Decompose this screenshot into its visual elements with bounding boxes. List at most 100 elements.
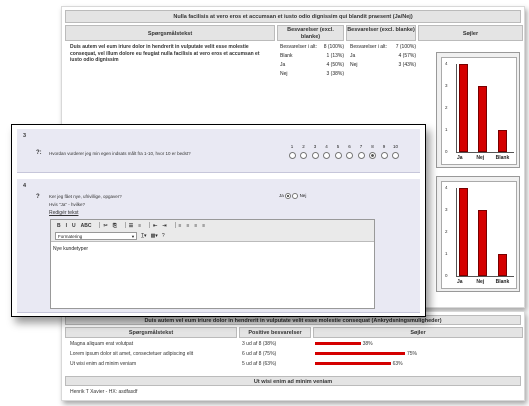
responses-list-2: Besvarelser i alt: 7 (100%) Ja 4 (57%) Nej 3 … (350, 44, 416, 71)
col-positive-header: Positive besvarelser (239, 327, 311, 338)
format-dropdown-label: Formatering (58, 234, 83, 239)
toolbar-separator (149, 222, 151, 228)
scale-radio[interactable] (334, 152, 342, 159)
help-icon[interactable]: ? (162, 233, 165, 239)
cut-icon[interactable]: ✂ (103, 223, 107, 229)
question-4-hint: Hvis "Ja" - hvilke? (49, 202, 85, 207)
bar-blank (497, 130, 507, 152)
align-right-icon[interactable]: ≡ (194, 223, 197, 229)
text-color-icon[interactable]: T̲▾ (141, 233, 147, 239)
bar-ja (459, 64, 468, 152)
y-tick-label: 1 (445, 127, 448, 132)
question-text: Duis autem vel eum iriure dolor in hendr… (70, 44, 260, 63)
outdent-icon[interactable]: ⇤ (153, 223, 157, 229)
y-tick-label: 0 (445, 149, 448, 154)
toolbar-separator (99, 222, 101, 228)
response-value: 8 (100%) (323, 44, 344, 50)
x-tick-label: Nej (476, 279, 485, 285)
col-responses-header-2: Besvarelser (excl. blanke) (346, 25, 416, 41)
ordered-list-icon[interactable]: ☰ (129, 223, 133, 229)
scale-radio[interactable] (346, 152, 353, 159)
align-left-icon[interactable]: ≡ (179, 223, 182, 229)
question-editor-window: 3 ?: Hvordan vurderer jeg min egen indsa… (11, 124, 426, 317)
scale-option-4: 4 (322, 144, 332, 159)
scale-label: 3 (313, 144, 317, 149)
response-row: Nej 3 (38%) (280, 71, 344, 77)
italic-icon[interactable]: I (66, 223, 67, 229)
percent-bar (315, 342, 361, 345)
row-question: Ut wisi enim ad minim veniam (70, 361, 137, 367)
format-dropdown[interactable]: Formatering ▼ (55, 232, 137, 240)
align-justify-icon[interactable]: ≡ (202, 223, 205, 229)
response-label: Blank (280, 53, 293, 59)
yes-no-options: Ja Nej (279, 193, 306, 199)
percent-label: 38% (362, 341, 373, 347)
row-count: 3 ud af 8 (38%) (242, 341, 277, 347)
row-question: Lorem ipsum dolor sit amet, consectetuer… (70, 351, 194, 357)
bold-icon[interactable]: B (57, 223, 61, 229)
scale-label: 4 (325, 144, 328, 149)
footer-title: Ut wisi enim ad minim veniam (65, 376, 521, 386)
scale-radio[interactable] (380, 152, 388, 159)
yes-radio[interactable] (285, 193, 292, 199)
y-tick-label: 1 (445, 251, 448, 256)
scale-option-3: 3 (310, 144, 320, 159)
scale-radio[interactable] (357, 152, 365, 159)
scale-radio[interactable] (300, 152, 307, 159)
x-tick-label: Ja (457, 279, 463, 285)
edit-text-link[interactable]: Redigér tekst (49, 210, 78, 216)
response-row: Besvarelser i alt: 8 (100%) (280, 44, 344, 50)
scale-option-10: 10 (391, 144, 401, 159)
scale-label: 8 (371, 144, 374, 149)
scale-radio[interactable] (311, 152, 319, 159)
y-tick-label: 4 (445, 61, 448, 66)
bar-chart-2: 0 1 2 3 4 Ja Nej Blank (436, 176, 520, 292)
scale-label: 10 (392, 144, 398, 149)
x-axis (456, 152, 514, 153)
toolbar-row-2: Formatering ▼ T̲▾ ▩▾ ? (55, 232, 165, 240)
y-tick-label: 2 (445, 105, 448, 110)
x-tick-label: Ja (457, 155, 463, 161)
no-label: Nej (299, 193, 307, 199)
response-row: Blank 1 (13%) (280, 53, 344, 59)
y-tick-label: 4 (445, 185, 448, 190)
percent-bar (315, 362, 391, 365)
col-chart-header: Søjler (418, 25, 523, 41)
underline-icon[interactable]: U (72, 223, 76, 229)
scale-radio[interactable] (323, 152, 330, 159)
y-tick-label: 0 (445, 273, 448, 278)
scale-radio[interactable] (288, 152, 296, 159)
response-value: 4 (57%) (398, 53, 416, 59)
response-row: Ja 4 (50%) (280, 62, 344, 68)
bullet-list-icon[interactable]: ≡ (138, 223, 141, 229)
bar-nej (478, 210, 488, 276)
scale-label: 6 (348, 144, 351, 149)
y-tick-label: 2 (445, 229, 448, 234)
row-count: 6 ud af 8 (75%) (242, 351, 277, 357)
response-value: 1 (13%) (326, 53, 344, 59)
indent-icon[interactable]: ⇥ (162, 223, 166, 229)
response-label: Besvarelser i alt: (280, 44, 317, 50)
chart-plot-2: 0 1 2 3 4 Ja Nej Blank (441, 181, 517, 289)
no-radio[interactable] (292, 193, 299, 199)
copy-icon[interactable]: ⎘ (113, 223, 117, 229)
survey-title: Nulla facilisis at vero eros et accumsan… (65, 10, 521, 23)
response-label: Ja (280, 62, 286, 68)
question-4-marker: ? (36, 194, 40, 200)
question-4-row: 4 ? Ker jeg fået nye, ufrivillige, opgav… (17, 179, 420, 313)
response-row: Ja 4 (57%) (350, 53, 416, 59)
response-row: Besvarelser i alt: 7 (100%) (350, 44, 416, 50)
col-question-header-2: Spørgsmålstekst (65, 327, 237, 338)
response-value: 3 (38%) (326, 71, 344, 77)
bg-color-icon[interactable]: ▩▾ (151, 233, 158, 239)
y-tick-label: 3 (445, 207, 448, 212)
scale-radio[interactable] (369, 152, 376, 159)
percent-label: 75% (407, 351, 418, 357)
align-center-icon[interactable]: ≡ (186, 223, 189, 229)
editor-content[interactable]: Nye kundetyper (51, 242, 374, 256)
scale-radio[interactable] (392, 152, 399, 159)
strike-icon[interactable]: ABC (81, 223, 92, 229)
response-value: 3 (43%) (398, 62, 416, 68)
col-question-header: Spørgsmålstekst (65, 25, 275, 41)
y-axis (456, 188, 457, 276)
